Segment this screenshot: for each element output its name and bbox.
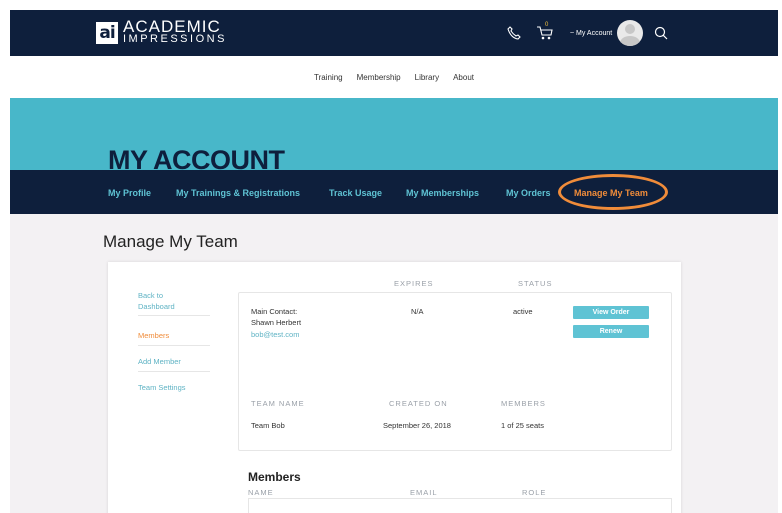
header-members: MEMBERS — [501, 399, 546, 408]
header-status: STATUS — [518, 279, 553, 288]
nav-membership[interactable]: Membership — [357, 73, 401, 82]
sidebar-item-add-member[interactable]: Add Member — [138, 356, 181, 367]
sidebar-divider — [138, 315, 210, 316]
sidebar-divider — [138, 371, 210, 372]
highlight-annotation — [558, 174, 668, 210]
header-created-on: CREATED ON — [389, 399, 448, 408]
header-email: EMAIL — [410, 488, 438, 497]
avatar[interactable] — [617, 20, 644, 46]
members-heading: Members — [248, 470, 301, 484]
nav-about[interactable]: About — [453, 73, 474, 82]
header-role: ROLE — [522, 488, 547, 497]
main-nav: Training Membership Library About — [10, 56, 778, 98]
subnav-memberships[interactable]: My Memberships — [406, 188, 479, 198]
logo-mark: ai — [96, 22, 118, 44]
logo-line1: ACADEMIC — [123, 17, 221, 36]
contact-email[interactable]: bob@test.com — [251, 330, 299, 339]
app-frame: ai ACADEMIC IMPRESSIONS 0 ~ My Account T… — [10, 10, 778, 513]
subscription-panel: Main Contact: Shawn Herbert bob@test.com… — [238, 292, 672, 451]
logo-line2: IMPRESSIONS — [123, 33, 227, 45]
renew-button[interactable]: Renew — [573, 325, 649, 338]
contact-name: Shawn Herbert — [251, 318, 302, 327]
expires-value: N/A — [411, 307, 424, 316]
page-title: Manage My Team — [103, 232, 238, 251]
nav-training[interactable]: Training — [314, 73, 343, 82]
phone-icon[interactable] — [506, 25, 522, 41]
subnav-my-orders[interactable]: My Orders — [506, 188, 551, 198]
top-icons: 0 ~ My Account — [506, 20, 668, 46]
subnav-track-usage[interactable]: Track Usage — [329, 188, 382, 198]
account-menu[interactable]: ~ My Account — [570, 30, 612, 37]
team-name-value: Team Bob — [251, 421, 285, 430]
search-icon[interactable] — [654, 26, 668, 40]
subnav-trainings[interactable]: My Trainings & Registrations — [176, 188, 300, 198]
logo-text: ACADEMIC IMPRESSIONS — [123, 17, 227, 45]
sidebar-item-members[interactable]: Members — [138, 330, 169, 341]
view-order-button[interactable]: View Order — [573, 306, 649, 319]
header-team-name: TEAM NAME — [251, 399, 305, 408]
contact-label: Main Contact: — [251, 307, 298, 316]
cart-icon[interactable]: 0 — [536, 22, 554, 41]
cart-count: 0 — [545, 22, 549, 28]
table-row — [248, 498, 672, 513]
header-expires: EXPIRES — [394, 279, 434, 288]
members-count-value: 1 of 25 seats — [501, 421, 544, 430]
nav-library[interactable]: Library — [415, 73, 439, 82]
subnav-my-profile[interactable]: My Profile — [108, 188, 151, 198]
logo[interactable]: ai ACADEMIC IMPRESSIONS — [96, 17, 227, 45]
sidebar-item-team-settings[interactable]: Team Settings — [138, 382, 186, 393]
top-bar: ai ACADEMIC IMPRESSIONS 0 ~ My Account — [10, 10, 778, 56]
created-on-value: September 26, 2018 — [383, 421, 451, 430]
page-hero-title: MY ACCOUNT — [108, 145, 285, 175]
sidebar-item-back-to-dashboard[interactable]: Back to Dashboard — [138, 290, 198, 312]
sidebar-divider — [138, 345, 210, 346]
header-name: NAME — [248, 488, 274, 497]
team-card: Back to Dashboard Members Add Member Tea… — [108, 262, 681, 513]
status-value: active — [513, 307, 533, 316]
